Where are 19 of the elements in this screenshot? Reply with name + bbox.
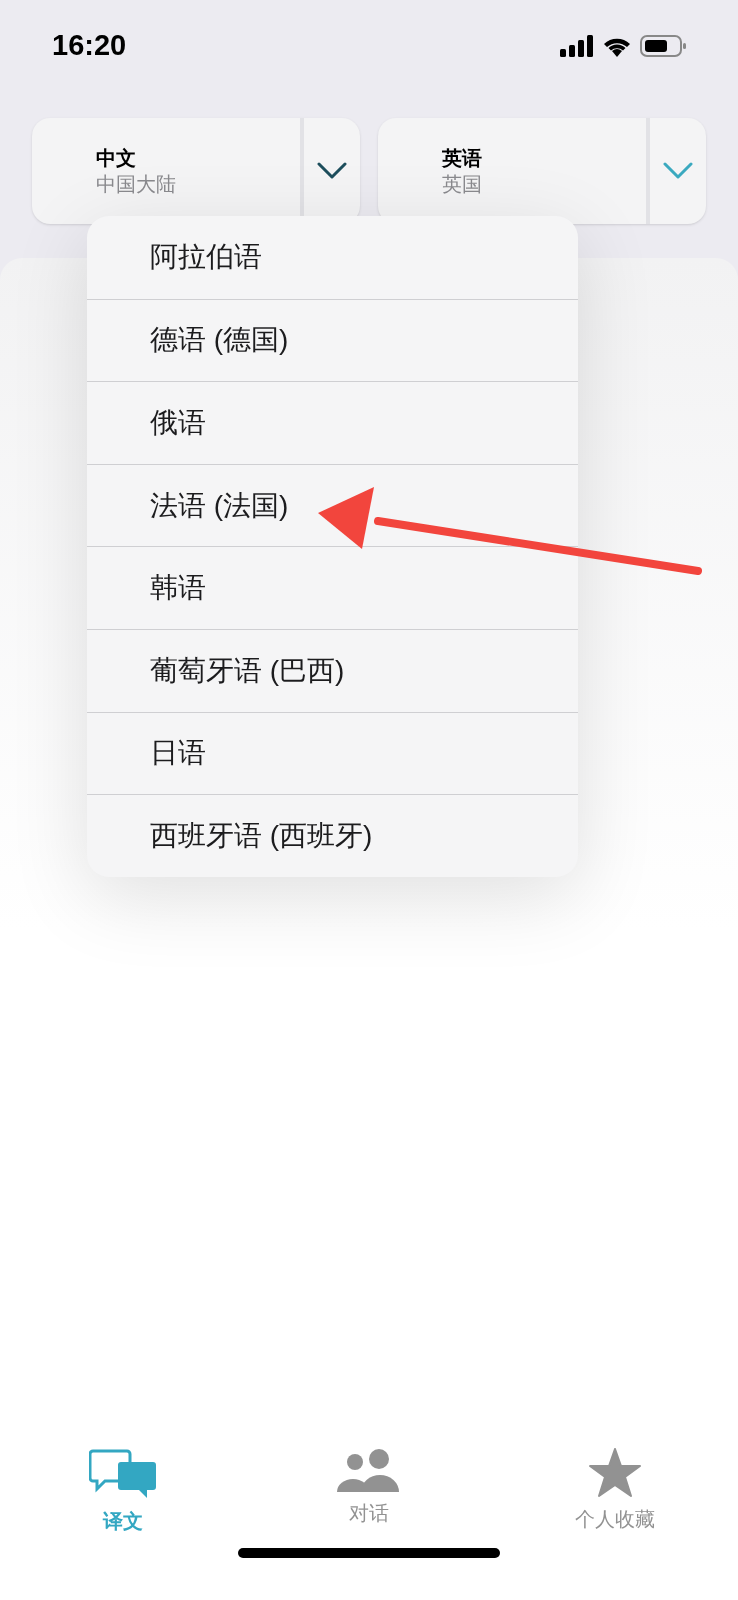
chevron-down-icon[interactable]: [317, 162, 347, 180]
signal-icon: [560, 35, 594, 57]
speech-bubbles-icon: [89, 1448, 157, 1500]
menu-item[interactable]: 西班牙语 (西班牙): [87, 794, 578, 877]
menu-item[interactable]: 德语 (德国): [87, 298, 578, 382]
menu-item[interactable]: 日语: [87, 711, 578, 795]
status-time: 16:20: [52, 28, 127, 64]
region-name: 英国: [442, 172, 483, 197]
battery-icon: [640, 35, 686, 57]
region-name: 中国大陆: [96, 172, 177, 197]
language-name: 中文: [96, 146, 137, 171]
menu-item[interactable]: 韩语: [87, 546, 578, 629]
language-name: 英语: [442, 146, 483, 171]
language-selector[interactable]: 中文 中国大陆: [32, 118, 360, 224]
menu-item[interactable]: 葡萄牙语 (巴西): [87, 628, 578, 712]
menu-item[interactable]: 俄语: [87, 381, 578, 464]
language-selector[interactable]: 英语 英国: [378, 118, 706, 224]
star-icon: [589, 1448, 641, 1498]
people-icon: [337, 1448, 401, 1492]
